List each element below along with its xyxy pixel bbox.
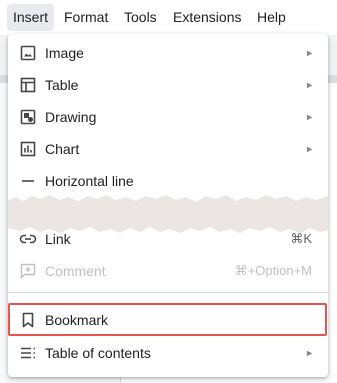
menu-item-label: Bookmark <box>45 312 109 328</box>
menu-item-label: Table <box>45 77 79 93</box>
menu-item-label: Chart <box>45 141 80 157</box>
menu-item-label: Link <box>45 231 71 247</box>
bookmark-icon <box>19 311 37 329</box>
menu-item-bookmark[interactable]: Bookmark <box>8 304 328 336</box>
drawing-icon <box>19 108 37 126</box>
menu-bar: Insert Format Tools Extensions Help <box>0 0 337 35</box>
submenu-arrow-icon: ► <box>305 144 314 154</box>
menu-item-image[interactable]: Image ► <box>8 37 328 69</box>
menu-item-drawing[interactable]: Drawing ► <box>8 101 328 133</box>
table-of-contents-icon <box>19 344 37 362</box>
menu-item-label: Comment <box>45 263 106 279</box>
menu-item-label: Table of contents <box>45 345 151 361</box>
submenu-arrow-icon: ► <box>305 48 314 58</box>
comment-add-icon <box>19 262 37 280</box>
keyboard-shortcut: ⌘K <box>290 231 312 246</box>
keyboard-shortcut: ⌘+Option+M <box>234 263 312 278</box>
menu-item-link[interactable]: Link ⌘K <box>8 223 328 255</box>
menu-item-table-of-contents[interactable]: Table of contents ► <box>8 337 328 369</box>
chart-icon <box>19 140 37 158</box>
menubar-insert[interactable]: Insert <box>7 4 55 31</box>
submenu-arrow-icon: ► <box>305 348 314 358</box>
menubar-tools[interactable]: Tools <box>118 4 163 31</box>
menu-item-comment: Comment ⌘+Option+M <box>8 255 328 287</box>
submenu-arrow-icon: ► <box>305 80 314 90</box>
menu-item-table[interactable]: Table ► <box>8 69 328 101</box>
menubar-extensions[interactable]: Extensions <box>167 4 247 31</box>
image-icon <box>19 44 37 62</box>
submenu-arrow-icon: ► <box>305 112 314 122</box>
menu-item-chart[interactable]: Chart ► <box>8 133 328 165</box>
menubar-format[interactable]: Format <box>58 4 114 31</box>
menu-item-label: Image <box>45 45 84 61</box>
link-icon <box>19 230 37 248</box>
menu-divider <box>8 292 328 293</box>
table-icon <box>19 76 37 94</box>
insert-menu: Image ► Table ► Drawing ► Chart ► Horizo… <box>8 34 328 377</box>
menubar-help[interactable]: Help <box>251 4 292 31</box>
menu-item-label: Drawing <box>45 109 97 125</box>
